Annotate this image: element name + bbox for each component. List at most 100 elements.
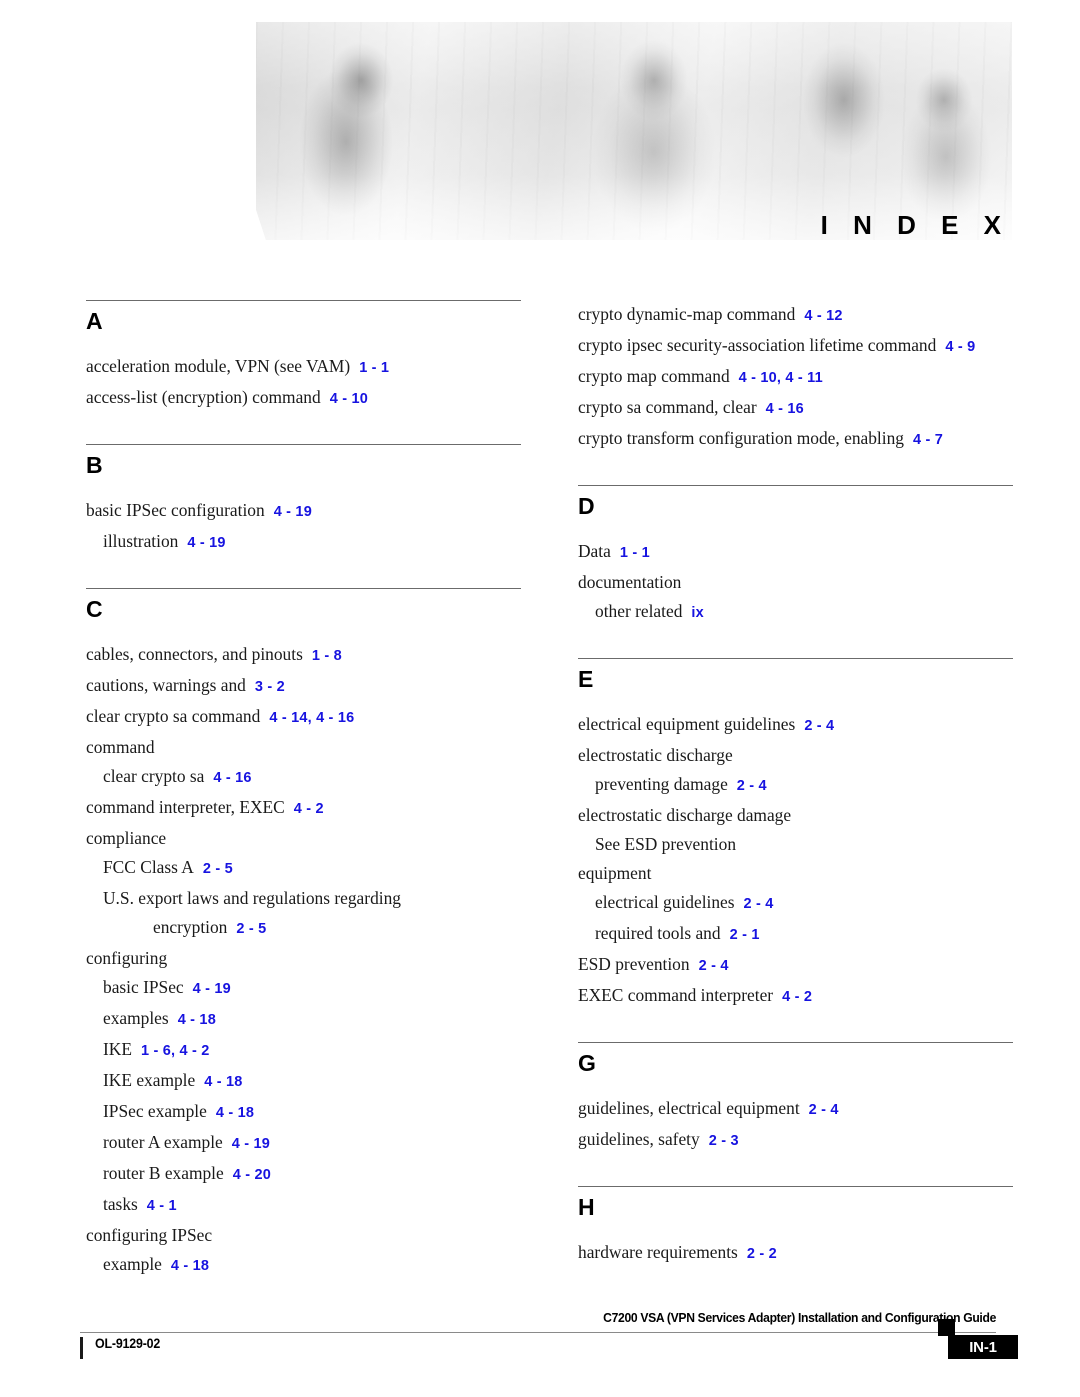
page-title: I N D E X <box>820 210 1010 240</box>
index-entry: hardware requirements 2 - 2 <box>578 1238 1013 1269</box>
index-page-reference[interactable]: 2 - 1 <box>730 927 760 943</box>
index-entry-label: clear crypto sa <box>103 766 205 786</box>
index-page-reference[interactable]: 4 - 14, 4 - 16 <box>269 710 354 726</box>
index-entry-label: tasks <box>103 1194 138 1214</box>
index-page-reference[interactable]: 4 - 2 <box>294 801 324 817</box>
index-entry-label: Data <box>578 541 611 561</box>
section-letter-heading: D <box>578 493 595 519</box>
index-entry: crypto map command 4 - 10, 4 - 11 <box>578 362 1013 393</box>
index-page-reference[interactable]: 2 - 4 <box>699 958 729 974</box>
index-section-g: Gguidelines, electrical equipment 2 - 4 gu… <box>578 1042 1013 1156</box>
index-page-reference[interactable]: 4 - 18 <box>216 1105 254 1121</box>
index-page-reference[interactable]: 4 - 18 <box>204 1074 242 1090</box>
index-entry: crypto dynamic-map command 4 - 12 <box>578 300 1013 331</box>
index-page-reference[interactable]: 1 - 1 <box>359 360 389 376</box>
index-entry: acceleration module, VPN (see VAM) 1 - 1 <box>86 352 521 383</box>
index-entry-label: electrical equipment guidelines <box>578 714 796 734</box>
index-page-reference[interactable]: 4 - 19 <box>187 535 225 551</box>
index-page-reference[interactable]: 4 - 12 <box>804 308 842 324</box>
index-page-reference[interactable]: 2 - 2 <box>747 1246 777 1262</box>
index-entry-continuation-label: encryption <box>153 917 228 937</box>
index-entry-label: examples <box>103 1008 169 1028</box>
index-entry-label: router B example <box>103 1163 224 1183</box>
index-page-reference[interactable]: 4 - 10, 4 - 11 <box>739 370 823 386</box>
index-page-reference[interactable]: 4 - 16 <box>213 770 251 786</box>
index-entry-label: cables, connectors, and pinouts <box>86 644 303 664</box>
index-section-h: Hhardware requirements 2 - 2 <box>578 1186 1013 1269</box>
index-entry-label: electrostatic discharge damage <box>578 805 792 825</box>
index-page-reference[interactable]: 1 - 8 <box>312 648 342 664</box>
cisco-people-banner-photo <box>256 22 1012 240</box>
index-entry: example 4 - 18 <box>86 1250 521 1281</box>
index-entry: EXEC command interpreter 4 - 2 <box>578 981 1013 1012</box>
index-page-reference[interactable]: 4 - 16 <box>766 401 804 417</box>
index-page-reference[interactable]: 4 - 10 <box>330 391 368 407</box>
index-page-reference[interactable]: 4 - 18 <box>178 1012 216 1028</box>
index-entry: electrostatic discharge <box>578 741 1013 770</box>
index-entry-continuation: encryption 2 - 5 <box>103 913 521 944</box>
index-page-reference[interactable]: 2 - 5 <box>236 921 266 937</box>
index-entry-label: clear crypto sa command <box>86 706 261 726</box>
index-entry: basic IPSec configuration 4 - 19 <box>86 496 521 527</box>
index-entry-label: electrostatic discharge <box>578 745 733 765</box>
index-entry-label: router A example <box>103 1132 223 1152</box>
index-page-reference[interactable]: 2 - 4 <box>744 896 774 912</box>
index-page-reference[interactable]: 2 - 3 <box>709 1133 739 1149</box>
index-entry: other related ix <box>578 597 1013 628</box>
index-entry-label: crypto dynamic-map command <box>578 304 796 324</box>
index-section-b: Bbasic IPSec configuration 4 - 19 illustra… <box>86 444 521 558</box>
index-page-reference[interactable]: 4 - 2 <box>782 989 812 1005</box>
index-entry-list: Data 1 - 1 documentation other related ix <box>578 537 1013 628</box>
index-entry-list: basic IPSec configuration 4 - 19 illustrat… <box>86 496 521 558</box>
index-page-reference[interactable]: 2 - 5 <box>203 861 233 877</box>
index-page-reference[interactable]: ix <box>691 605 704 621</box>
index-page-reference[interactable]: 2 - 4 <box>809 1102 839 1118</box>
index-entry-label: hardware requirements <box>578 1242 738 1262</box>
index-entry: FCC Class A 2 - 5 <box>86 853 521 884</box>
index-entry-label: illustration <box>103 531 179 551</box>
section-divider <box>86 300 521 301</box>
index-entry-label: U.S. export laws and regulations regardi… <box>103 888 401 908</box>
index-entry: command interpreter, EXEC 4 - 2 <box>86 793 521 824</box>
index-page-reference[interactable]: 4 - 20 <box>233 1167 271 1183</box>
index-entry: configuring <box>86 944 521 973</box>
index-entry-list: cables, connectors, and pinouts 1 - 8 caut… <box>86 640 521 1281</box>
index-page-reference[interactable]: 2 - 4 <box>737 778 767 794</box>
index-page-reference[interactable]: 1 - 1 <box>620 545 650 561</box>
index-entry: tasks 4 - 1 <box>86 1190 521 1221</box>
index-entry-list: hardware requirements 2 - 2 <box>578 1238 1013 1269</box>
index-entry: compliance <box>86 824 521 853</box>
index-page-reference[interactable]: 4 - 19 <box>193 981 231 997</box>
index-entry-label: configuring IPSec <box>86 1225 213 1245</box>
index-page-reference[interactable]: 4 - 19 <box>232 1136 270 1152</box>
index-entry: electrical equipment guidelines 2 - 4 <box>578 710 1013 741</box>
index-entry-label: crypto transform configuration mode, ena… <box>578 428 904 448</box>
index-entry: clear crypto sa 4 - 16 <box>86 762 521 793</box>
section-divider <box>578 1042 1013 1043</box>
index-entry: required tools and 2 - 1 <box>578 919 1013 950</box>
section-letter-heading: E <box>578 666 594 692</box>
index-entry-label: example <box>103 1254 162 1274</box>
index-page-reference[interactable]: 4 - 1 <box>147 1198 177 1214</box>
index-entry: Data 1 - 1 <box>578 537 1013 568</box>
index-entry: configuring IPSec <box>86 1221 521 1250</box>
index-page-reference[interactable]: 3 - 2 <box>255 679 285 695</box>
footer-corner-square <box>938 1319 955 1336</box>
index-page-reference[interactable]: 4 - 7 <box>913 432 943 448</box>
index-entry-label: required tools and <box>595 923 721 943</box>
section-divider <box>578 658 1013 659</box>
index-entry: documentation <box>578 568 1013 597</box>
index-page-reference[interactable]: 1 - 6, 4 - 2 <box>141 1043 210 1059</box>
index-entry: router B example 4 - 20 <box>86 1159 521 1190</box>
index-entry-label: IKE example <box>103 1070 196 1090</box>
index-entry: crypto transform configuration mode, ena… <box>578 424 1013 455</box>
index-page-reference[interactable]: 4 - 9 <box>945 339 975 355</box>
index-page-reference[interactable]: 4 - 18 <box>171 1258 209 1274</box>
index-page-reference[interactable]: 4 - 19 <box>274 504 312 520</box>
index-entry: guidelines, electrical equipment 2 - 4 <box>578 1094 1013 1125</box>
index-page-reference[interactable]: 2 - 4 <box>804 718 834 734</box>
